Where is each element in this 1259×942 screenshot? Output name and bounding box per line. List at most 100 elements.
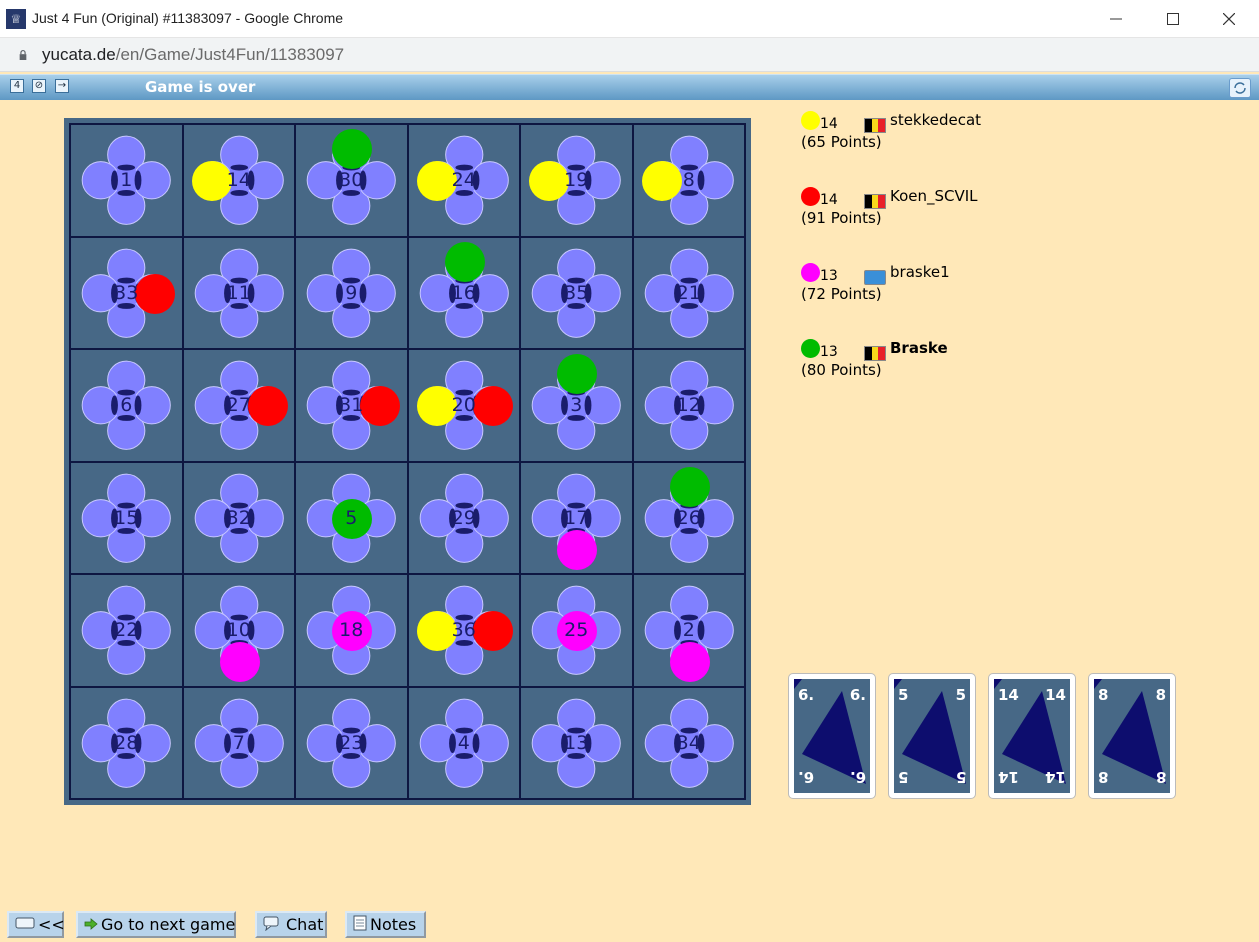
board-cell[interactable]: 35 <box>520 236 633 349</box>
board-cell[interactable]: 13 <box>520 686 633 799</box>
board-cell[interactable]: 15 <box>70 461 183 574</box>
flower-icon <box>194 473 284 563</box>
card-value: 5 <box>898 686 909 704</box>
yucata-app-icon: ♕ <box>6 9 26 29</box>
board-cell[interactable]: 25 <box>520 574 633 687</box>
board-cell[interactable]: 1 <box>70 124 183 237</box>
player-count: 13 <box>820 268 838 284</box>
card-value: 5 <box>955 686 966 704</box>
player-points: (91 Points) <box>801 209 882 227</box>
board-cell[interactable]: 16 <box>407 236 520 349</box>
board-cell[interactable]: 3 <box>520 349 633 462</box>
player-color-dot <box>801 339 820 358</box>
flower-icon <box>194 248 284 338</box>
flower-icon <box>81 698 171 788</box>
board-cell[interactable]: 14 <box>182 124 295 237</box>
board-cell[interactable]: 7 <box>182 686 295 799</box>
card-value: 8 <box>1155 768 1166 786</box>
flower-icon <box>194 698 284 788</box>
lock-icon <box>19 50 27 60</box>
board-cell[interactable]: 8 <box>632 124 745 237</box>
maximize-icon <box>1167 13 1179 25</box>
board-cell[interactable]: 24 <box>407 124 520 237</box>
pawn-green <box>444 241 485 282</box>
board-cell[interactable]: 21 <box>632 236 745 349</box>
player-name[interactable]: braske1 <box>890 263 950 281</box>
flower-icon <box>419 473 509 563</box>
card-value: 14 <box>998 768 1019 786</box>
board-cell[interactable]: 17 <box>520 461 633 574</box>
board-cell[interactable]: 5 <box>295 461 408 574</box>
belgium-flag-icon <box>864 346 886 361</box>
player-points: (72 Points) <box>801 285 882 303</box>
board-cell[interactable]: 23 <box>295 686 408 799</box>
minimize-icon <box>1110 18 1122 20</box>
board-cell[interactable]: 26 <box>632 461 745 574</box>
board-cell[interactable]: 34 <box>632 686 745 799</box>
player-color-dot <box>801 187 820 206</box>
player-count: 14 <box>820 192 838 208</box>
next-game-button[interactable]: Go to next game <box>76 911 236 938</box>
back-button[interactable]: << <box>7 911 65 938</box>
belgium-flag-icon <box>864 118 886 133</box>
card-value: 5 <box>898 768 909 786</box>
board-cell[interactable]: 22 <box>70 574 183 687</box>
board-cell[interactable]: 28 <box>70 686 183 799</box>
board-cell[interactable]: 18 <box>295 574 408 687</box>
browser-titlebar: ♕ Just 4 Fun (Original) #11383097 - Goog… <box>0 0 1259 38</box>
url-path: /en/Game/Just4Fun/11383097 <box>115 45 345 64</box>
address-bar[interactable]: yucata.de/en/Game/Just4Fun/11383097 <box>0 38 1259 72</box>
flower-icon <box>644 360 734 450</box>
card-value: 8 <box>1155 686 1166 704</box>
keyboard-icon <box>15 915 35 934</box>
board-cell[interactable]: 27 <box>182 349 295 462</box>
un-flag-icon <box>864 270 886 285</box>
flower-icon <box>81 585 171 675</box>
next-game-label: Go to next game <box>101 915 236 934</box>
refresh-icon[interactable] <box>1229 78 1251 98</box>
hand-card[interactable]: 14 14 14 14 <box>988 673 1076 799</box>
window-title: Just 4 Fun (Original) #11383097 - Google… <box>32 10 344 26</box>
board-cell[interactable]: 6 <box>70 349 183 462</box>
board-cell[interactable]: 36 <box>407 574 520 687</box>
hand-card[interactable]: 5 5 5 5 <box>888 673 976 799</box>
board-cell[interactable]: 11 <box>182 236 295 349</box>
player-name[interactable]: Koen_SCVIL <box>890 187 978 205</box>
game-status: Game is over <box>145 78 256 96</box>
board-cell[interactable]: 31 <box>295 349 408 462</box>
board-cell[interactable]: 10 <box>182 574 295 687</box>
close-button[interactable] <box>1201 0 1257 38</box>
chat-button[interactable]: Chat <box>255 911 327 938</box>
chat-label: Chat <box>286 915 324 934</box>
notes-button[interactable]: Notes <box>345 911 426 938</box>
player-count: 13 <box>820 344 838 360</box>
board-cell[interactable]: 9 <box>295 236 408 349</box>
maximize-button[interactable] <box>1145 0 1201 38</box>
board-cell[interactable]: 29 <box>407 461 520 574</box>
move-icon[interactable]: → <box>55 79 69 93</box>
url-text[interactable]: yucata.de/en/Game/Just4Fun/11383097 <box>42 45 344 65</box>
board-cell[interactable]: 4 <box>407 686 520 799</box>
arrow-right-icon <box>84 915 98 934</box>
hand-card[interactable]: 6. 6. 6. 6. <box>788 673 876 799</box>
player-points: (65 Points) <box>801 133 882 151</box>
hand-card[interactable]: 8 8 8 8 <box>1088 673 1176 799</box>
minimize-button[interactable] <box>1088 0 1144 38</box>
card-value: 14 <box>1045 686 1066 704</box>
board-cell[interactable]: 12 <box>632 349 745 462</box>
notes-label: Notes <box>370 915 417 934</box>
player-name[interactable]: Braske <box>890 339 948 357</box>
flower-icon <box>644 698 734 788</box>
board-cell[interactable]: 30 <box>295 124 408 237</box>
board-size-icon[interactable]: 4 <box>10 79 24 93</box>
player-name[interactable]: stekkedecat <box>890 111 981 129</box>
board-cell[interactable]: 2 <box>632 574 745 687</box>
card-value: 5 <box>955 768 966 786</box>
board-cell[interactable]: 20 <box>407 349 520 462</box>
flower-icon <box>531 698 621 788</box>
toggle-icon[interactable]: ⊘ <box>32 79 46 93</box>
board-cell[interactable]: 19 <box>520 124 633 237</box>
board-cell[interactable]: 33 <box>70 236 183 349</box>
card-value: 14 <box>998 686 1019 704</box>
board-cell[interactable]: 32 <box>182 461 295 574</box>
